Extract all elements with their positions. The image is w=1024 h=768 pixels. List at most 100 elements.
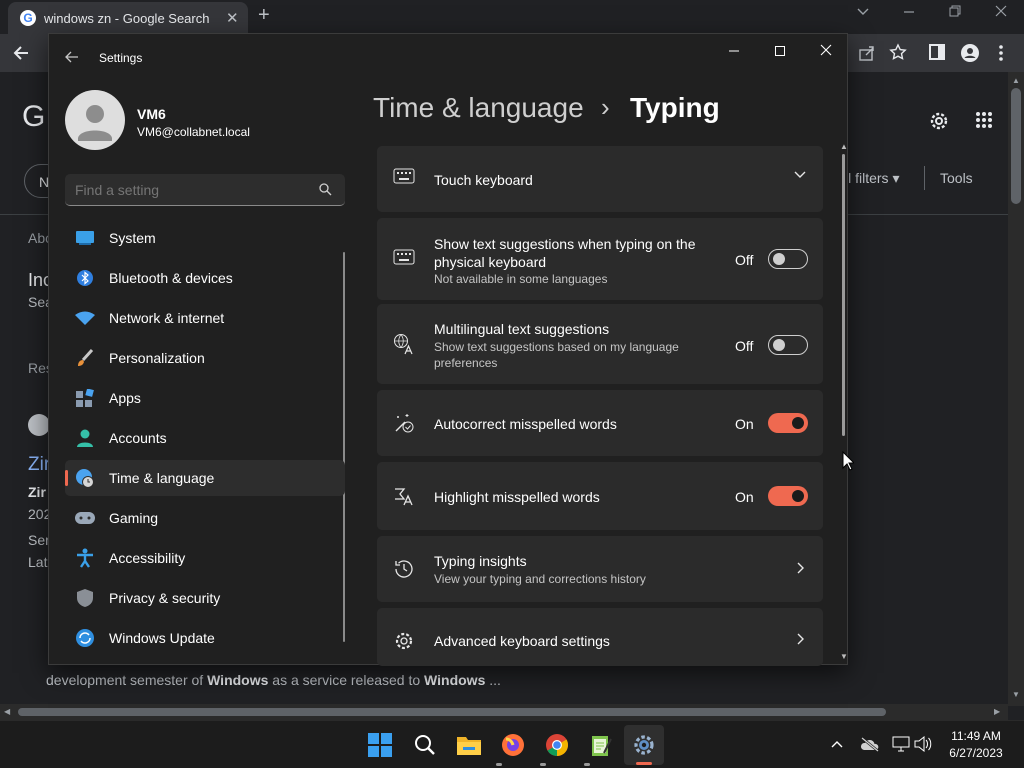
clock-time[interactable]: 11:49 AM [944,729,1008,743]
sidebar-item-label: Time & language [109,470,215,486]
search-icon[interactable] [411,731,439,759]
sidebar-item-label: Bluetooth & devices [109,270,233,286]
sidebar-item-gaming[interactable]: Gaming [65,500,345,536]
tab-search-chevron-icon[interactable] [856,4,870,21]
multilingual-card: Multilingual text suggestions Show text … [377,304,823,384]
snippet-text: as a service released to [268,672,425,688]
settings-gear-icon[interactable] [630,731,658,759]
browser-close-icon[interactable] [994,4,1008,21]
settings-back-icon[interactable] [65,50,79,69]
card-subtitle-line: preferences [434,356,498,370]
site-favicon-icon [28,414,50,436]
sidebar-item-system[interactable]: System [65,220,345,256]
browser-tab[interactable]: G windows zn - Google Search ✕ [8,2,248,34]
start-windows-icon[interactable] [366,731,394,759]
sidebar-item-windows-update[interactable]: Windows Update [65,620,345,656]
globe-clock-icon [75,468,95,488]
find-setting-search-box[interactable] [65,174,345,206]
page-horizontal-scroll-thumb[interactable] [18,708,886,716]
keyboard-icon [393,249,415,271]
firefox-icon[interactable] [499,731,527,759]
sidebar-item-privacy[interactable]: Privacy & security [65,580,345,616]
text-suggestions-toggle[interactable] [768,249,808,269]
file-explorer-icon[interactable] [455,731,483,759]
highlight-icon [393,485,415,507]
active-app-indicator [636,762,652,765]
sidebar-item-bluetooth[interactable]: Bluetooth & devices [65,260,345,296]
advanced-keyboard-card[interactable]: Advanced keyboard settings [377,608,823,666]
windows-taskbar: 11:49 AM 6/27/2023 [0,720,1024,768]
snippet-bold: Windows [424,672,486,688]
scroll-left-arrow-icon[interactable]: ◀ [4,707,10,716]
bookmark-star-icon[interactable] [889,43,907,66]
scroll-up-arrow-icon[interactable]: ▲ [1012,76,1020,85]
gamepad-icon [75,508,95,528]
autocorrect-toggle[interactable] [768,413,808,433]
find-setting-input[interactable] [75,180,305,200]
network-icon[interactable] [892,736,910,757]
profile-icon[interactable] [960,43,980,68]
card-title: Multilingual text suggestions [434,321,610,337]
result-link-fragment[interactable]: Zir [28,454,50,476]
google-apps-icon[interactable] [975,111,993,134]
cloud-offline-icon[interactable] [860,736,880,757]
share-icon[interactable] [858,44,876,67]
browser-restore-icon[interactable] [948,4,962,21]
volume-icon[interactable] [914,735,932,757]
user-avatar[interactable] [65,90,125,150]
typing-insights-card[interactable]: Typing insights View your typing and cor… [377,536,823,602]
content-scroll-thumb[interactable] [842,154,845,436]
scroll-right-arrow-icon[interactable]: ▶ [994,707,1000,716]
all-filters-button[interactable]: ll filters ▾ [845,170,899,187]
result-snippet: development semester of Windows as a ser… [46,672,501,688]
back-arrow-icon[interactable] [12,43,32,68]
highlight-card: Highlight misspelled words On [377,462,823,530]
sidebar-item-time-language[interactable]: Time & language [65,460,345,496]
tools-button[interactable]: Tools [940,170,973,186]
sidebar-item-label: Accessibility [109,550,186,566]
sidebar-item-network[interactable]: Network & internet [65,300,345,336]
sidebar-item-label: Personalization [109,350,205,366]
side-panel-icon[interactable] [929,44,945,65]
search-icon[interactable] [319,183,332,201]
settings-close-icon[interactable] [819,43,833,62]
scroll-down-arrow-icon[interactable]: ▼ [1012,690,1020,699]
clock-date[interactable]: 6/27/2023 [944,746,1008,760]
user-avatar-icon [78,105,112,141]
chrome-menu-icon[interactable] [998,44,1004,67]
sidebar-item-personalization[interactable]: Personalization [65,340,345,376]
browser-minimize-icon[interactable] [902,4,916,21]
chevron-right-icon [793,561,807,580]
content-scroll-down-icon[interactable]: ▼ [840,652,848,661]
card-title-line: physical keyboard [434,254,547,270]
toggle-state-label: Off [735,338,754,354]
page-title: Typing [630,92,720,123]
new-tab-button[interactable]: + [258,4,270,27]
chrome-icon[interactable] [543,731,571,759]
apps-icon [75,388,95,408]
update-icon [75,628,95,648]
sidebar-item-apps[interactable]: Apps [65,380,345,416]
user-name: VM6 [137,106,166,122]
sidebar-item-accessibility[interactable]: Accessibility [65,540,345,576]
snippet-text: development semester of [46,672,208,688]
highlight-toggle[interactable] [768,486,808,506]
google-settings-gear-icon[interactable] [928,110,950,137]
notepad-icon[interactable] [587,731,615,759]
breadcrumb-parent[interactable]: Time & language [373,92,584,124]
breadcrumb-separator: › [601,92,610,122]
multilingual-toggle[interactable] [768,335,808,355]
content-scroll-up-icon[interactable]: ▲ [840,142,848,151]
toggle-knob [773,253,785,265]
settings-maximize-icon[interactable] [773,44,787,63]
chevron-down-icon[interactable] [793,168,807,187]
settings-minimize-icon[interactable] [727,44,741,63]
page-vertical-scroll-thumb[interactable] [1011,88,1021,204]
running-indicator [496,763,502,766]
tab-close-icon[interactable]: ✕ [226,9,239,27]
autocorrect-icon [393,412,415,434]
toggle-knob [773,339,785,351]
tray-overflow-chevron-icon[interactable] [830,737,844,756]
touch-keyboard-card[interactable]: Touch keyboard [377,146,823,212]
sidebar-item-accounts[interactable]: Accounts [65,420,345,456]
